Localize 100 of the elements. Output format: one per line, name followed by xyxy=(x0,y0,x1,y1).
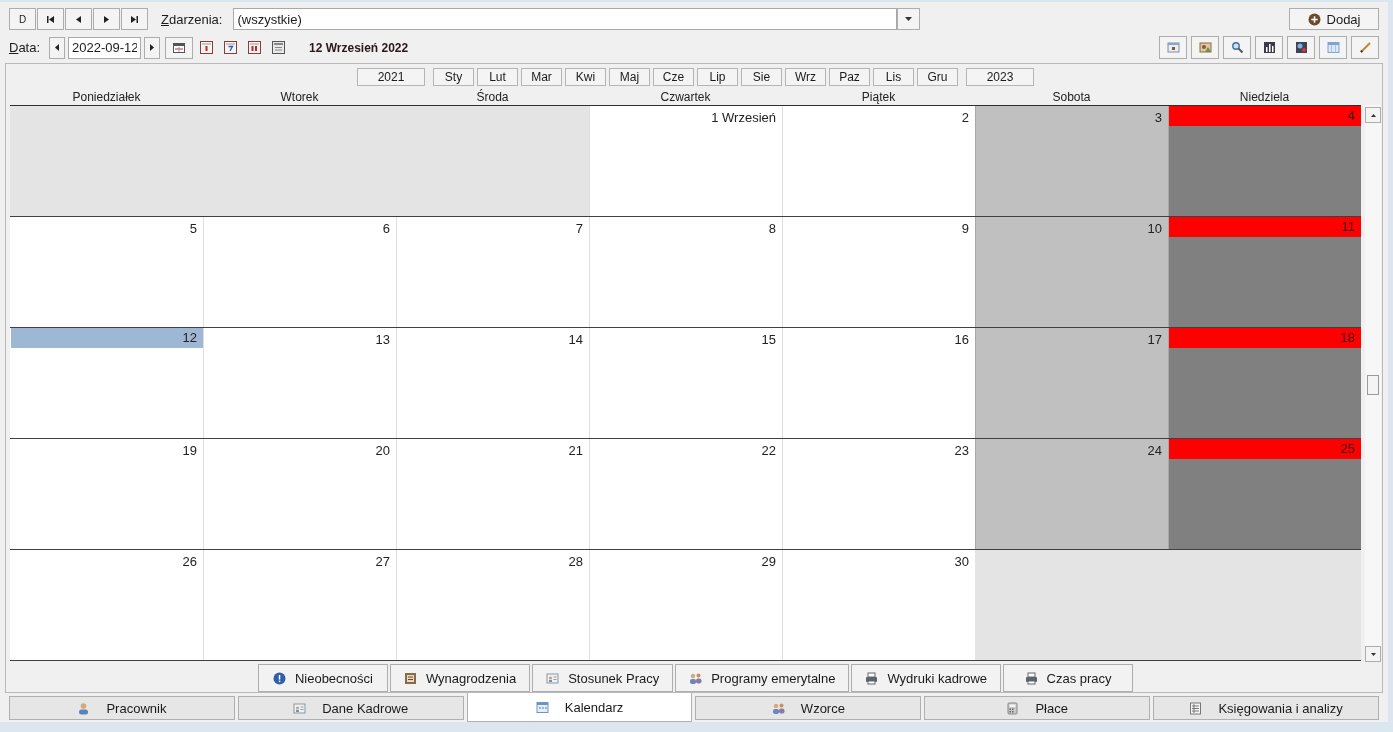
events-field[interactable]: (wszystkie) xyxy=(233,8,898,30)
scrollbar[interactable] xyxy=(1365,105,1381,662)
day-number: 3 xyxy=(1153,109,1163,125)
day-cell[interactable]: 5 xyxy=(10,217,203,327)
month-button[interactable]: Lip xyxy=(697,68,738,86)
day-cell[interactable]: 13 xyxy=(203,328,396,438)
ledger-icon xyxy=(403,671,417,685)
tab[interactable]: Dane Kadrowe xyxy=(237,696,464,720)
sub-tab[interactable]: Czas pracy xyxy=(1003,664,1134,692)
tab[interactable]: Pracownik xyxy=(9,696,235,720)
month-button[interactable]: Lut xyxy=(477,68,518,86)
month-button[interactable]: Gru xyxy=(917,68,958,86)
tab[interactable]: Wzorce xyxy=(695,696,922,720)
dropdown-button[interactable] xyxy=(897,8,921,30)
day-cell[interactable]: 2 xyxy=(782,106,975,216)
month-button[interactable]: Sty xyxy=(433,68,474,86)
day-cell[interactable]: 22 xyxy=(589,439,782,549)
image-button[interactable] xyxy=(1191,36,1219,59)
day-cell[interactable]: 15 xyxy=(589,328,782,438)
sub-tab[interactable]: Stosunek Pracy xyxy=(532,664,674,692)
table-icon xyxy=(1326,41,1340,54)
nav-button[interactable] xyxy=(65,8,92,30)
day-cell[interactable]: 10 xyxy=(975,217,1168,327)
day-number: 11 xyxy=(1169,217,1361,237)
day-cell[interactable]: 23 xyxy=(782,439,975,549)
day-cell[interactable]: 6 xyxy=(203,217,396,327)
day-cell[interactable]: 3 xyxy=(975,106,1168,216)
search-button[interactable] xyxy=(1223,36,1251,59)
scroll-thumb[interactable] xyxy=(1367,375,1379,395)
nav-button[interactable] xyxy=(93,8,120,30)
month-button[interactable]: Lis xyxy=(873,68,914,86)
date-field[interactable]: 2022-09-12 xyxy=(68,36,141,59)
day-cell[interactable]: 9 xyxy=(782,217,975,327)
day-cell[interactable]: 18 xyxy=(1168,328,1361,438)
tab[interactable]: Płace xyxy=(924,696,1151,720)
weekday-header: Sobota xyxy=(1051,89,1092,105)
caret-right-icon xyxy=(150,44,154,51)
day-cell[interactable]: 24 xyxy=(975,439,1168,549)
day-cell[interactable]: 21 xyxy=(396,439,589,549)
year-button[interactable]: 2023 xyxy=(966,68,1034,86)
scroll-up-button[interactable] xyxy=(1365,107,1381,123)
people-icon xyxy=(689,671,703,685)
scroll-down-button[interactable] xyxy=(1365,646,1381,662)
add-button[interactable]: Dodaj xyxy=(1289,8,1379,30)
nav-button[interactable]: D xyxy=(9,8,36,30)
list-page-icon[interactable] xyxy=(272,41,285,54)
chart-button[interactable] xyxy=(1287,36,1315,59)
month-button[interactable]: Sie xyxy=(741,68,782,86)
sub-tab[interactable]: Wynagrodzenia xyxy=(389,664,531,692)
month-button[interactable]: Wrz xyxy=(785,68,826,86)
day-cell[interactable]: 20 xyxy=(203,439,396,549)
day-cell[interactable]: 27 xyxy=(203,550,396,660)
month-button[interactable]: Kwi xyxy=(565,68,606,86)
month-button[interactable]: Cze xyxy=(653,68,694,86)
printer-icon xyxy=(1024,671,1038,685)
day-cell[interactable]: 29 xyxy=(589,550,782,660)
day-cell[interactable]: 7 xyxy=(396,217,589,327)
calendar-page-icon[interactable] xyxy=(200,41,213,54)
prev-date-button[interactable] xyxy=(49,36,65,59)
tab[interactable]: Kalendarz xyxy=(466,693,693,722)
next-date-button[interactable] xyxy=(144,36,160,59)
day-cell[interactable]: 8 xyxy=(589,217,782,327)
image-icon xyxy=(1198,41,1212,54)
sub-tab[interactable]: Programy emerytalne xyxy=(675,664,850,692)
weekday-header: Piątek xyxy=(860,89,897,105)
tab[interactable]: Księgowania i analizy xyxy=(1153,696,1379,720)
day-cell[interactable]: 17 xyxy=(975,328,1168,438)
sub-tab[interactable]: Nieobecności xyxy=(257,664,388,692)
year-button[interactable]: 2021 xyxy=(357,68,425,86)
month-button[interactable]: Maj xyxy=(609,68,650,86)
sub-tab[interactable]: Wydruki kadrowe xyxy=(851,664,1002,692)
nav-button[interactable] xyxy=(37,8,64,30)
calendar-page-icon[interactable] xyxy=(248,41,261,54)
alert-circle-icon xyxy=(272,671,286,685)
day-cell[interactable]: 28 xyxy=(396,550,589,660)
day-cell[interactable]: 12 xyxy=(10,328,203,438)
day-number: 12 xyxy=(11,328,203,348)
plus-circle-icon xyxy=(1307,12,1321,26)
day-cell[interactable]: 25 xyxy=(1168,439,1361,549)
day-cell[interactable]: 11 xyxy=(1168,217,1361,327)
day-cell[interactable]: 19 xyxy=(10,439,203,549)
day-cell[interactable]: 1 Wrzesień xyxy=(589,106,782,216)
calendar-page-icon[interactable] xyxy=(224,41,237,54)
month-button[interactable]: Mar xyxy=(521,68,562,86)
day-cell[interactable]: 14 xyxy=(396,328,589,438)
month-button[interactable]: Paz xyxy=(829,68,870,86)
caret-down-icon xyxy=(905,17,913,21)
bar-chart-button[interactable] xyxy=(1255,36,1283,59)
list-icon xyxy=(1189,701,1203,715)
day-number: 6 xyxy=(381,220,391,236)
day-number: 19 xyxy=(181,442,198,458)
nav-button[interactable] xyxy=(121,8,148,30)
day-cell[interactable]: 26 xyxy=(10,550,203,660)
people-icon xyxy=(771,701,785,715)
day-number: 23 xyxy=(953,442,970,458)
day-cell[interactable]: 16 xyxy=(782,328,975,438)
day-cell[interactable]: 30 xyxy=(782,550,975,660)
caret-down-icon xyxy=(1370,652,1376,656)
calendar-button[interactable] xyxy=(165,36,193,59)
day-cell[interactable]: 4 xyxy=(1168,106,1361,216)
